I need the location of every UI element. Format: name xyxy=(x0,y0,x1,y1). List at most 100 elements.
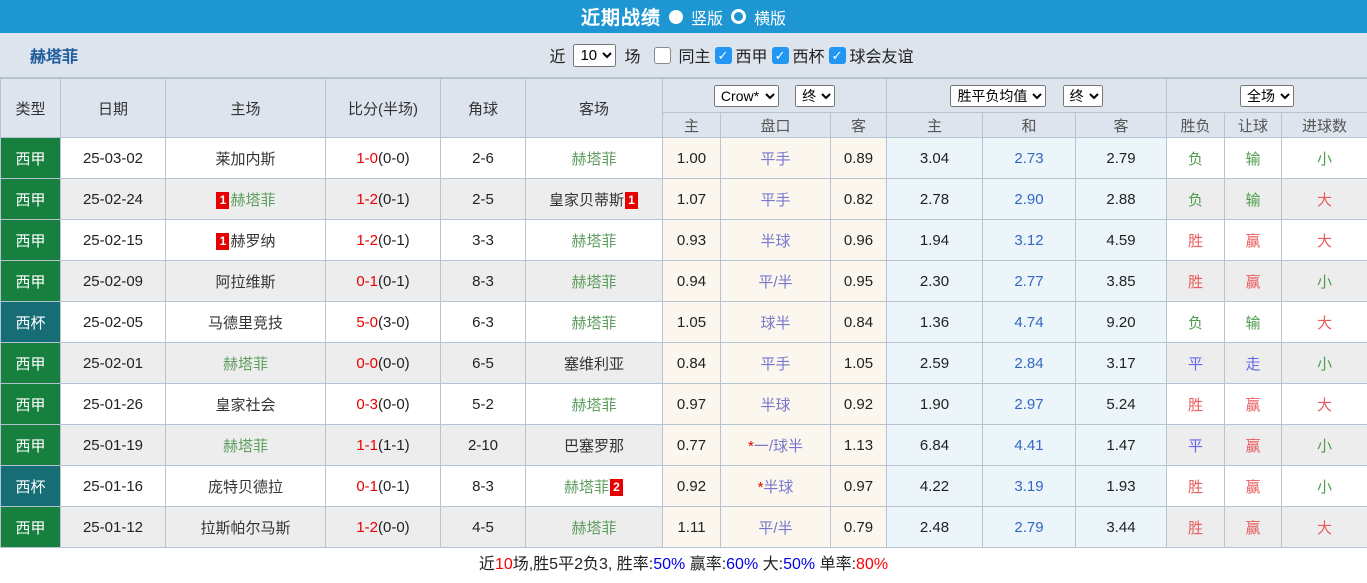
team-name: 塞维利亚 xyxy=(564,356,624,373)
home-team-cell: 皇家社会 xyxy=(166,384,326,425)
result-goals: 小 xyxy=(1282,138,1367,179)
handicap-text: 半球 xyxy=(760,397,790,414)
crown-home-odds: 0.84 xyxy=(663,343,721,384)
result-goals: 小 xyxy=(1282,466,1367,507)
red-card-badge: 1 xyxy=(216,192,229,209)
avg-home-odds: 2.48 xyxy=(887,507,983,548)
average-group-header: 胜平负均值 终 xyxy=(887,79,1167,113)
crown-away-odds: 0.95 xyxy=(831,261,887,302)
away-team-cell: 巴塞罗那 xyxy=(526,425,663,466)
fulltime-score: 0-1 xyxy=(356,273,378,290)
fulltime-score: 1-0 xyxy=(356,150,378,167)
team-name: 赫塔菲 xyxy=(571,151,616,168)
avg-away-odds: 3.85 xyxy=(1076,261,1167,302)
fulltime-score: 0-0 xyxy=(356,355,378,372)
same-home-label[interactable]: 同主 xyxy=(678,43,710,67)
average-select[interactable]: 胜平负均值 xyxy=(950,85,1046,107)
filter-bar: 赫塔菲 近 10 场 同主 西甲 西杯 球会友谊 xyxy=(0,33,1367,78)
score-cell: 0-1(0-1) xyxy=(326,466,441,507)
same-home-checkbox[interactable] xyxy=(654,47,671,64)
scope-select[interactable]: 全场 xyxy=(1240,85,1294,107)
result-handicap: 赢 xyxy=(1225,220,1282,261)
crown-handicap: 平手 xyxy=(721,138,831,179)
vertical-layout-radio[interactable] xyxy=(669,10,683,24)
average-time-select[interactable]: 终 xyxy=(1063,85,1103,107)
team-name: 赫塔菲 xyxy=(223,438,268,455)
team-name: 赫塔菲 xyxy=(571,397,616,414)
copa-checkbox[interactable] xyxy=(772,47,789,64)
halftime-score: (0-1) xyxy=(378,232,410,249)
team-name: 赫塔菲 xyxy=(571,520,616,537)
bookmaker-time-select[interactable]: 终 xyxy=(795,85,835,107)
bookmaker-select[interactable]: Crow* xyxy=(714,85,779,107)
summary-footer: 近10场,胜5平2负3, 胜率:50% 赢率:60% 大:50% 单率:80% xyxy=(0,548,1367,583)
friendly-label[interactable]: 球会友谊 xyxy=(850,43,914,67)
corner-cell: 5-2 xyxy=(441,384,526,425)
league-cell: 西甲 xyxy=(1,179,61,220)
crown-handicap: *一/球半 xyxy=(721,425,831,466)
sub-header-avg-away: 客 xyxy=(1076,113,1167,138)
summary-segment: 80% xyxy=(856,556,888,573)
away-team-cell: 赫塔菲 xyxy=(526,302,663,343)
table-row: 西甲25-02-241赫塔菲1-2(0-1)2-5皇家贝蒂斯11.07平手0.8… xyxy=(1,179,1367,220)
result-goals: 小 xyxy=(1282,343,1367,384)
avg-away-odds: 2.79 xyxy=(1076,138,1167,179)
date-cell: 25-01-26 xyxy=(61,384,166,425)
red-card-badge: 1 xyxy=(216,233,229,250)
team-name: 马德里竞技 xyxy=(208,315,283,332)
date-cell: 25-02-24 xyxy=(61,179,166,220)
avg-draw-odds: 2.97 xyxy=(983,384,1076,425)
handicap-text: 平手 xyxy=(760,151,790,168)
sub-header-crown-home: 主 xyxy=(663,113,721,138)
summary-segment: 50% xyxy=(653,556,685,573)
fulltime-score: 1-2 xyxy=(356,519,378,536)
result-winloss: 胜 xyxy=(1167,220,1225,261)
home-team-cell: 拉斯帕尔马斯 xyxy=(166,507,326,548)
laliga-label[interactable]: 西甲 xyxy=(736,43,768,67)
score-cell: 1-0(0-0) xyxy=(326,138,441,179)
crown-away-odds: 0.97 xyxy=(831,466,887,507)
result-winloss: 平 xyxy=(1167,425,1225,466)
avg-draw-odds: 2.84 xyxy=(983,343,1076,384)
away-team-cell: 赫塔菲 xyxy=(526,507,663,548)
col-header-away: 客场 xyxy=(526,79,663,138)
avg-away-odds: 3.44 xyxy=(1076,507,1167,548)
results-table: 类型 日期 主场 比分(半场) 角球 客场 Crow* 终 胜平负均值 终 全场… xyxy=(0,78,1367,548)
recent-label: 近 xyxy=(549,43,565,67)
avg-draw-odds: 4.41 xyxy=(983,425,1076,466)
recent-count-select[interactable]: 10 xyxy=(573,44,616,67)
result-winloss: 胜 xyxy=(1167,384,1225,425)
horizontal-layout-radio[interactable] xyxy=(731,9,746,24)
friendly-checkbox[interactable] xyxy=(829,47,846,64)
avg-home-odds: 1.36 xyxy=(887,302,983,343)
home-team-cell: 马德里竞技 xyxy=(166,302,326,343)
avg-home-odds: 4.22 xyxy=(887,466,983,507)
vertical-layout-label[interactable]: 竖版 xyxy=(691,5,723,29)
league-cell: 西杯 xyxy=(1,302,61,343)
laliga-checkbox[interactable] xyxy=(715,47,732,64)
halftime-score: (0-1) xyxy=(378,273,410,290)
page-title: 近期战绩 xyxy=(581,3,661,30)
league-cell: 西杯 xyxy=(1,466,61,507)
crown-handicap: 平手 xyxy=(721,179,831,220)
crown-away-odds: 0.89 xyxy=(831,138,887,179)
home-team-cell: 赫塔菲 xyxy=(166,425,326,466)
horizontal-layout-label[interactable]: 横版 xyxy=(754,5,786,29)
copa-label[interactable]: 西杯 xyxy=(793,43,825,67)
result-handicap: 输 xyxy=(1225,179,1282,220)
avg-draw-odds: 3.19 xyxy=(983,466,1076,507)
corner-cell: 2-6 xyxy=(441,138,526,179)
crown-away-odds: 0.92 xyxy=(831,384,887,425)
crown-home-odds: 0.93 xyxy=(663,220,721,261)
handicap-text: 一/球半 xyxy=(754,438,803,455)
corner-cell: 6-3 xyxy=(441,302,526,343)
avg-home-odds: 2.59 xyxy=(887,343,983,384)
results-body: 西甲25-03-02莱加内斯1-0(0-0)2-6赫塔菲1.00平手0.893.… xyxy=(1,138,1367,548)
avg-away-odds: 1.93 xyxy=(1076,466,1167,507)
team-name-title: 赫塔菲 xyxy=(30,43,78,67)
result-winloss: 胜 xyxy=(1167,507,1225,548)
avg-home-odds: 1.90 xyxy=(887,384,983,425)
score-cell: 0-1(0-1) xyxy=(326,261,441,302)
crown-away-odds: 1.05 xyxy=(831,343,887,384)
corner-cell: 8-3 xyxy=(441,466,526,507)
